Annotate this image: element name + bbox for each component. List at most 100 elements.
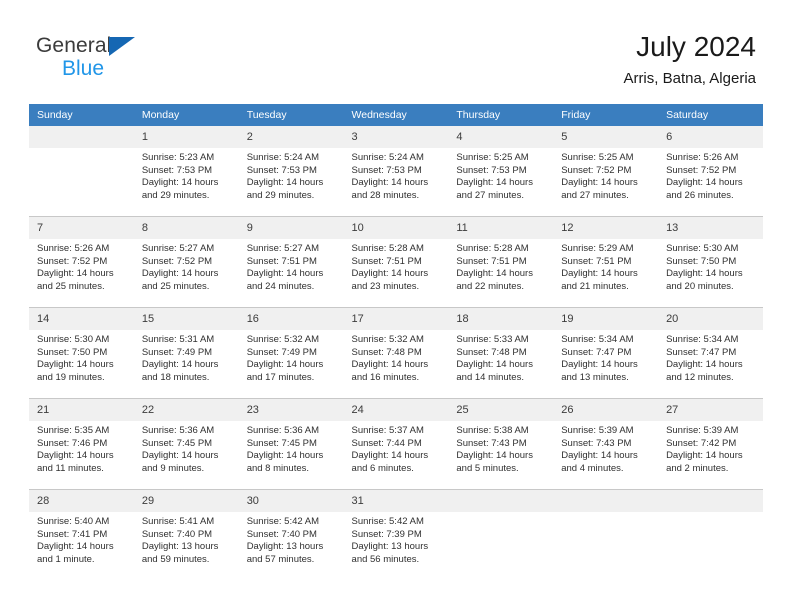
sunset-text: Sunset: 7:52 PM <box>141 255 213 267</box>
daylight-text-1: Daylight: 14 hours <box>246 450 324 462</box>
sunrise-text: Sunrise: 5:42 AM <box>351 516 424 527</box>
weekday-header-row: Sunday Monday Tuesday Wednesday Thursday… <box>29 104 763 126</box>
calendar-day-cell[interactable] <box>553 489 659 580</box>
calendar-day-cell[interactable]: 20 Sunrise: 5:34 AM Sunset: 7:47 PM Dayl… <box>658 307 763 399</box>
calendar-day-cell[interactable]: 2 Sunrise: 5:24 AM Sunset: 7:53 PM Dayli… <box>238 126 344 217</box>
calendar-day-cell[interactable]: 21 Sunrise: 5:35 AM Sunset: 7:46 PM Dayl… <box>29 398 134 490</box>
calendar-day-cell[interactable]: 25 Sunrise: 5:38 AM Sunset: 7:43 PM Dayl… <box>448 398 554 490</box>
day-number: 2 <box>238 126 344 148</box>
day-details: Sunrise: 5:30 AM Sunset: 7:50 PM Dayligh… <box>658 239 763 293</box>
calendar-day-cell[interactable]: 10 Sunrise: 5:28 AM Sunset: 7:51 PM Dayl… <box>343 216 449 308</box>
sunset-text: Sunset: 7:49 PM <box>141 346 213 358</box>
daylight-text-1: Daylight: 13 hours <box>246 541 324 553</box>
calendar-day-cell[interactable]: 5 Sunrise: 5:25 AM Sunset: 7:52 PM Dayli… <box>553 126 659 217</box>
sunrise-text: Sunrise: 5:30 AM <box>666 243 739 254</box>
day-number: 12 <box>553 217 659 239</box>
calendar-day-cell[interactable]: 4 Sunrise: 5:25 AM Sunset: 7:53 PM Dayli… <box>448 126 554 217</box>
sunset-text: Sunset: 7:40 PM <box>141 528 213 540</box>
sunset-text: Sunset: 7:50 PM <box>666 255 737 267</box>
calendar-day-cell[interactable]: 11 Sunrise: 5:28 AM Sunset: 7:51 PM Dayl… <box>448 216 554 308</box>
sunset-text: Sunset: 7:45 PM <box>246 437 317 449</box>
general-blue-logo[interactable]: General Blue <box>36 34 216 86</box>
calendar-day-cell[interactable]: 17 Sunrise: 5:32 AM Sunset: 7:48 PM Dayl… <box>343 307 449 399</box>
day-number: 19 <box>553 308 659 330</box>
calendar-week-row: 1 Sunrise: 5:23 AM Sunset: 7:53 PM Dayli… <box>29 126 763 217</box>
daylight-text-2: and 24 minutes. <box>246 280 315 292</box>
day-details: Sunrise: 5:38 AM Sunset: 7:43 PM Dayligh… <box>448 421 553 475</box>
sunrise-text: Sunrise: 5:33 AM <box>456 334 529 345</box>
day-number: 3 <box>343 126 449 148</box>
daylight-text-2: and 29 minutes. <box>141 189 210 201</box>
daylight-text-1: Daylight: 13 hours <box>141 541 219 553</box>
calendar-day-cell[interactable] <box>658 489 763 580</box>
sunset-text: Sunset: 7:46 PM <box>37 437 108 449</box>
sunrise-text: Sunrise: 5:27 AM <box>141 243 215 254</box>
sunrise-text: Sunrise: 5:32 AM <box>351 334 424 345</box>
sunset-text: Sunset: 7:52 PM <box>37 255 108 267</box>
sunset-text: Sunset: 7:43 PM <box>561 437 632 449</box>
daylight-text-2: and 2 minutes. <box>666 462 729 474</box>
calendar-day-cell[interactable]: 28 Sunrise: 5:40 AM Sunset: 7:41 PM Dayl… <box>29 489 134 580</box>
day-number: 30 <box>238 490 344 512</box>
daylight-text-1: Daylight: 14 hours <box>666 450 743 462</box>
day-number: 9 <box>238 217 344 239</box>
day-details: Sunrise: 5:37 AM Sunset: 7:44 PM Dayligh… <box>344 421 449 475</box>
calendar-day-cell[interactable]: 14 Sunrise: 5:30 AM Sunset: 7:50 PM Dayl… <box>29 307 134 399</box>
day-details: Sunrise: 5:40 AM Sunset: 7:41 PM Dayligh… <box>29 512 134 566</box>
sunrise-text: Sunrise: 5:25 AM <box>456 152 529 163</box>
calendar-day-cell[interactable]: 12 Sunrise: 5:29 AM Sunset: 7:51 PM Dayl… <box>553 216 659 308</box>
daylight-text-2: and 1 minute. <box>37 553 95 565</box>
sunrise-text: Sunrise: 5:29 AM <box>561 243 634 254</box>
day-details: Sunrise: 5:28 AM Sunset: 7:51 PM Dayligh… <box>344 239 449 293</box>
daylight-text-1: Daylight: 14 hours <box>456 177 533 189</box>
calendar-day-cell[interactable]: 1 Sunrise: 5:23 AM Sunset: 7:53 PM Dayli… <box>133 126 239 217</box>
sunrise-text: Sunrise: 5:39 AM <box>561 425 634 436</box>
calendar-week-row: 21 Sunrise: 5:35 AM Sunset: 7:46 PM Dayl… <box>29 398 763 490</box>
calendar-day-cell[interactable]: 16 Sunrise: 5:32 AM Sunset: 7:49 PM Dayl… <box>238 307 344 399</box>
calendar-week-row: 28 Sunrise: 5:40 AM Sunset: 7:41 PM Dayl… <box>29 489 763 580</box>
sunset-text: Sunset: 7:52 PM <box>561 164 632 176</box>
calendar-day-cell[interactable]: 13 Sunrise: 5:30 AM Sunset: 7:50 PM Dayl… <box>658 216 763 308</box>
day-details: Sunrise: 5:39 AM Sunset: 7:42 PM Dayligh… <box>658 421 763 475</box>
daylight-text-2: and 59 minutes. <box>141 553 210 565</box>
calendar-day-cell[interactable]: 26 Sunrise: 5:39 AM Sunset: 7:43 PM Dayl… <box>553 398 659 490</box>
daylight-text-1: Daylight: 14 hours <box>456 359 533 371</box>
title-block: July 2024 Arris, Batna, Algeria <box>623 30 756 89</box>
day-details: Sunrise: 5:36 AM Sunset: 7:45 PM Dayligh… <box>134 421 239 475</box>
day-number: 21 <box>29 399 134 421</box>
day-number <box>448 490 554 512</box>
day-details: Sunrise: 5:26 AM Sunset: 7:52 PM Dayligh… <box>658 148 763 202</box>
calendar-day-cell[interactable] <box>29 126 134 217</box>
calendar-day-cell[interactable]: 15 Sunrise: 5:31 AM Sunset: 7:49 PM Dayl… <box>133 307 239 399</box>
sunset-text: Sunset: 7:53 PM <box>351 164 422 176</box>
calendar-day-cell[interactable]: 24 Sunrise: 5:37 AM Sunset: 7:44 PM Dayl… <box>343 398 449 490</box>
calendar-day-cell[interactable]: 9 Sunrise: 5:27 AM Sunset: 7:51 PM Dayli… <box>238 216 344 308</box>
daylight-text-1: Daylight: 14 hours <box>561 359 638 371</box>
calendar-day-cell[interactable]: 7 Sunrise: 5:26 AM Sunset: 7:52 PM Dayli… <box>29 216 134 308</box>
day-details: Sunrise: 5:34 AM Sunset: 7:47 PM Dayligh… <box>553 330 658 384</box>
calendar-day-cell[interactable]: 22 Sunrise: 5:36 AM Sunset: 7:45 PM Dayl… <box>133 398 239 490</box>
calendar-day-cell[interactable]: 18 Sunrise: 5:33 AM Sunset: 7:48 PM Dayl… <box>448 307 554 399</box>
day-number: 14 <box>29 308 134 330</box>
logo-triangle-icon <box>109 37 135 56</box>
day-number: 23 <box>238 399 344 421</box>
weekday-header-tuesday: Tuesday <box>238 104 344 126</box>
calendar-page: General Blue July 2024 Arris, Batna, Alg… <box>0 0 792 612</box>
calendar-day-cell[interactable]: 27 Sunrise: 5:39 AM Sunset: 7:42 PM Dayl… <box>658 398 763 490</box>
calendar-day-cell[interactable]: 8 Sunrise: 5:27 AM Sunset: 7:52 PM Dayli… <box>133 216 239 308</box>
day-details: Sunrise: 5:33 AM Sunset: 7:48 PM Dayligh… <box>448 330 553 384</box>
calendar-day-cell[interactable]: 30 Sunrise: 5:42 AM Sunset: 7:40 PM Dayl… <box>238 489 344 580</box>
sunrise-text: Sunrise: 5:38 AM <box>456 425 529 436</box>
page-subtitle-location: Arris, Batna, Algeria <box>623 70 756 87</box>
calendar-day-cell[interactable]: 29 Sunrise: 5:41 AM Sunset: 7:40 PM Dayl… <box>133 489 239 580</box>
sunset-text: Sunset: 7:47 PM <box>561 346 632 358</box>
day-details: Sunrise: 5:42 AM Sunset: 7:40 PM Dayligh… <box>239 512 344 566</box>
calendar-day-cell[interactable]: 31 Sunrise: 5:42 AM Sunset: 7:39 PM Dayl… <box>343 489 449 580</box>
calendar-day-cell[interactable] <box>448 489 554 580</box>
calendar-day-cell[interactable]: 19 Sunrise: 5:34 AM Sunset: 7:47 PM Dayl… <box>553 307 659 399</box>
calendar-day-cell[interactable]: 6 Sunrise: 5:26 AM Sunset: 7:52 PM Dayli… <box>658 126 763 217</box>
calendar-day-cell[interactable]: 3 Sunrise: 5:24 AM Sunset: 7:53 PM Dayli… <box>343 126 449 217</box>
daylight-text-1: Daylight: 14 hours <box>561 450 638 462</box>
calendar-day-cell[interactable]: 23 Sunrise: 5:36 AM Sunset: 7:45 PM Dayl… <box>238 398 344 490</box>
daylight-text-2: and 29 minutes. <box>246 189 315 201</box>
